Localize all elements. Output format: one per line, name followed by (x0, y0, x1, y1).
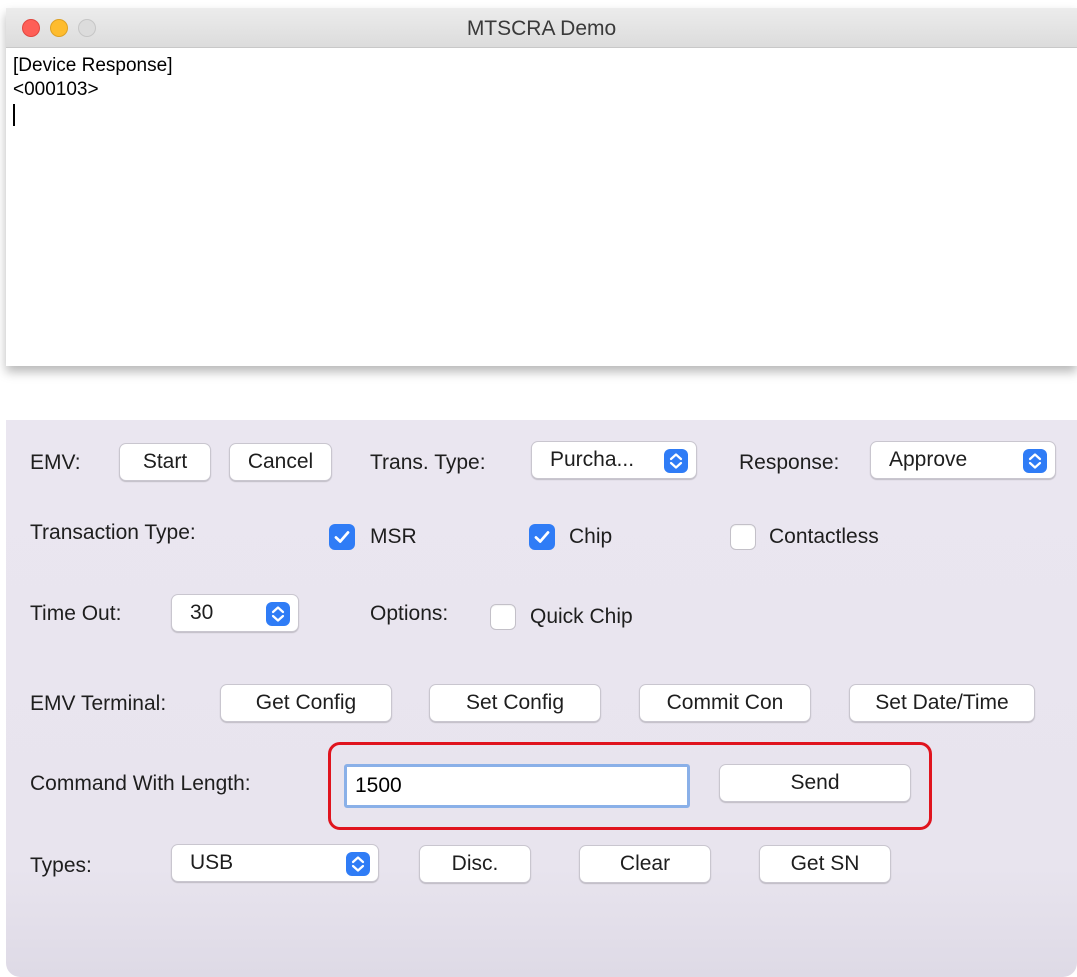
checkmark-icon (334, 531, 350, 543)
set-date-time-button[interactable]: Set Date/Time (849, 684, 1035, 722)
timeout-label: Time Out: (30, 602, 122, 625)
get-sn-button[interactable]: Get SN (759, 845, 891, 883)
emv-start-button[interactable]: Start (119, 443, 211, 481)
device-response-log[interactable]: [Device Response] <000103> (13, 54, 1073, 354)
emv-label: EMV: (30, 451, 81, 474)
title-bar: MTSCRA Demo (6, 8, 1077, 48)
emv-terminal-label: EMV Terminal: (30, 692, 167, 715)
log-line: [Device Response] (13, 55, 173, 76)
msr-checkbox[interactable] (329, 524, 355, 550)
msr-label[interactable]: MSR (370, 525, 417, 549)
contactless-label[interactable]: Contactless (769, 525, 879, 549)
checkmark-icon (534, 531, 550, 543)
send-button[interactable]: Send (719, 764, 911, 802)
types-label: Types: (30, 854, 92, 877)
trans-type-label: Trans. Type: (370, 451, 486, 474)
get-config-button[interactable]: Get Config (220, 684, 392, 722)
chip-checkbox[interactable] (529, 524, 555, 550)
trans-type-value: Purcha... (550, 448, 635, 471)
transaction-type-label: Transaction Type: (30, 521, 196, 544)
set-config-button[interactable]: Set Config (429, 684, 601, 722)
command-with-length-label: Command With Length: (30, 772, 251, 795)
response-window: MTSCRA Demo [Device Response] <000103> (6, 8, 1077, 366)
chevron-updown-icon (1023, 449, 1047, 473)
options-label: Options: (370, 602, 449, 625)
clear-button[interactable]: Clear (579, 845, 711, 883)
log-line: <000103> (13, 79, 99, 100)
command-input[interactable]: 1500 (344, 764, 690, 808)
response-label: Response: (739, 451, 840, 474)
trans-type-popup[interactable]: Purcha... (531, 441, 697, 479)
response-popup[interactable]: Approve (870, 441, 1056, 479)
types-popup[interactable]: USB (171, 844, 379, 882)
chevron-updown-icon (664, 449, 688, 473)
types-value: USB (190, 851, 234, 874)
chip-label[interactable]: Chip (569, 525, 612, 549)
emv-cancel-button[interactable]: Cancel (229, 443, 332, 481)
contactless-checkbox[interactable] (730, 524, 756, 550)
chevron-updown-icon (346, 852, 370, 876)
response-value: Approve (889, 448, 968, 471)
control-panel: EMV: Start Cancel Trans. Type: Purcha...… (6, 420, 1077, 977)
text-caret (13, 104, 15, 126)
timeout-value: 30 (190, 601, 214, 624)
disconnect-button[interactable]: Disc. (419, 845, 531, 883)
chevron-updown-icon (266, 602, 290, 626)
quick-chip-label[interactable]: Quick Chip (530, 605, 633, 629)
timeout-popup[interactable]: 30 (171, 594, 299, 632)
quick-chip-checkbox[interactable] (490, 604, 516, 630)
window-title: MTSCRA Demo (466, 17, 617, 40)
commit-config-button[interactable]: Commit Con (639, 684, 811, 722)
